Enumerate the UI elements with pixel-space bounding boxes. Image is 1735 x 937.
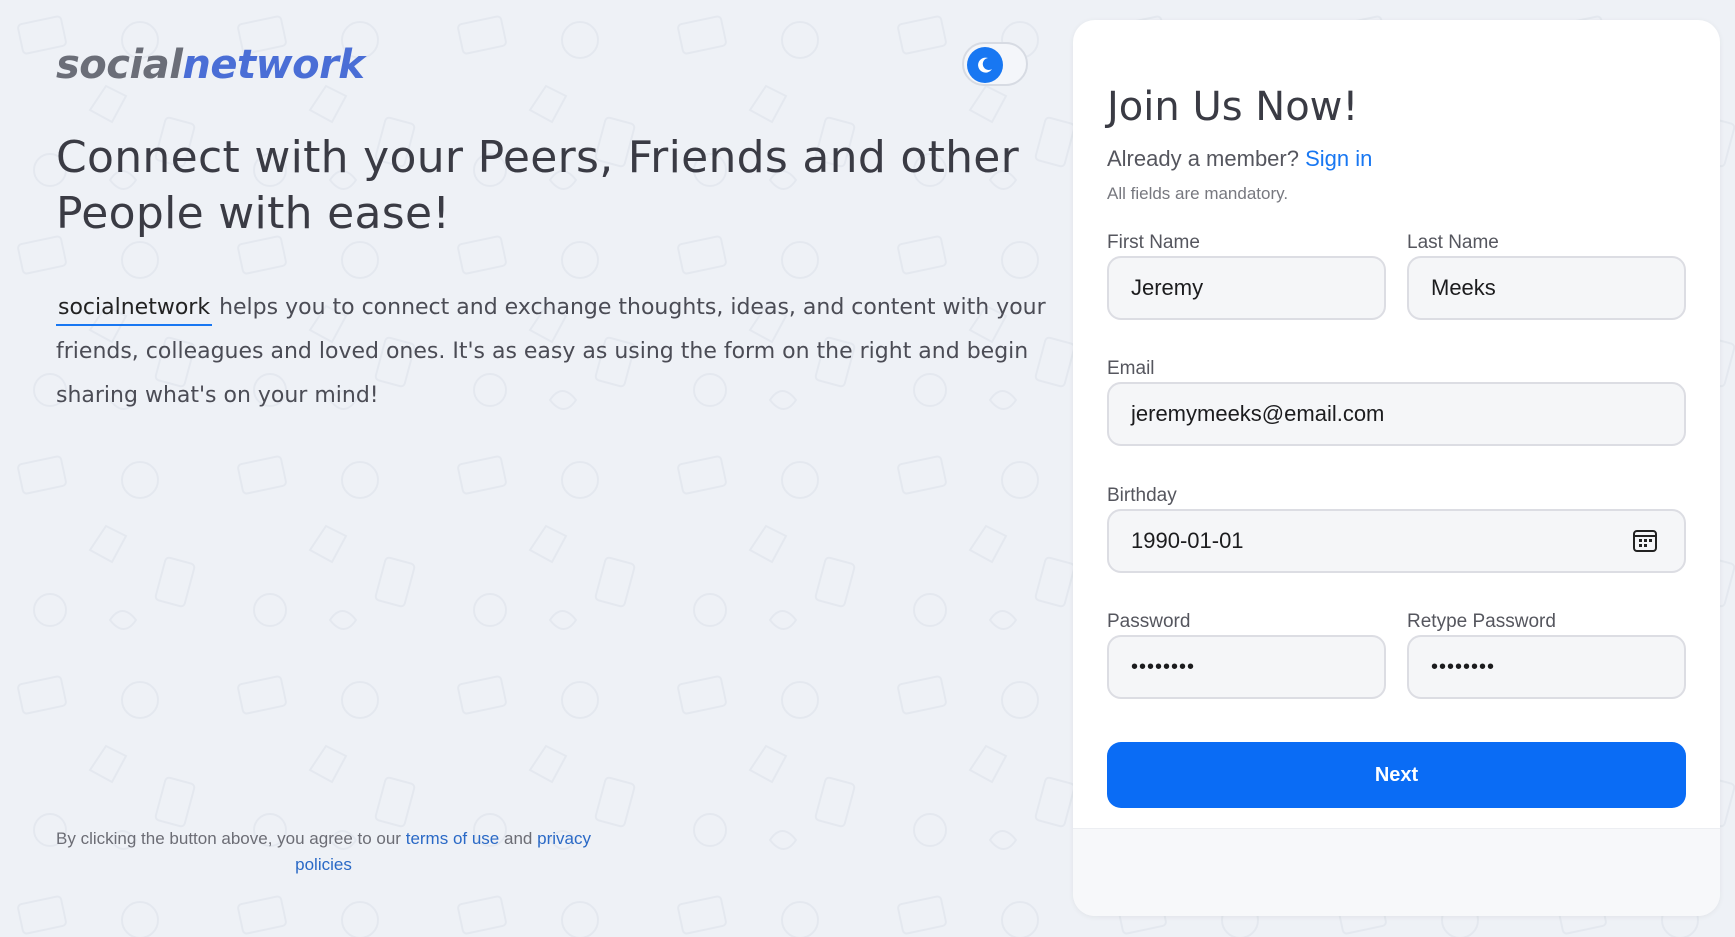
password-value: ••••••••	[1131, 655, 1196, 678]
member-prompt-text: Already a member?	[1107, 146, 1299, 171]
birthday-field[interactable]: 1990-01-01	[1107, 509, 1686, 573]
password-label: Password	[1107, 611, 1191, 632]
retype-password-label: Retype Password	[1407, 611, 1556, 632]
moon-icon	[978, 57, 992, 73]
retype-password-field[interactable]: ••••••••	[1407, 635, 1686, 699]
first-name-label: First Name	[1107, 232, 1200, 253]
last-name-label: Last Name	[1407, 232, 1499, 253]
card-footer	[1073, 828, 1720, 916]
first-name-field[interactable]: Jeremy	[1107, 256, 1386, 320]
sign-in-link[interactable]: Sign in	[1305, 146, 1372, 171]
password-field[interactable]: ••••••••	[1107, 635, 1386, 699]
mandatory-note: All fields are mandatory.	[1107, 184, 1289, 203]
theme-toggle[interactable]	[962, 42, 1028, 86]
member-prompt: Already a member? Sign in	[1107, 146, 1372, 172]
birthday-label: Birthday	[1107, 485, 1177, 506]
first-name-value: Jeremy	[1131, 275, 1204, 300]
calendar-icon[interactable]	[1632, 528, 1658, 554]
terms-of-use-link[interactable]: terms of use	[406, 829, 500, 848]
email-value: jeremymeeks@email.com	[1131, 401, 1385, 426]
hero-description: socialnetwork helps you to connect and e…	[56, 286, 1046, 418]
signup-card: Join Us Now! Already a member? Sign in A…	[1073, 20, 1720, 916]
terms-and: and	[504, 829, 533, 848]
email-field[interactable]: jeremymeeks@email.com	[1107, 382, 1686, 446]
logo-part-network: network	[182, 42, 365, 88]
form-title: Join Us Now!	[1107, 84, 1359, 130]
next-button[interactable]: Next	[1107, 742, 1686, 808]
theme-toggle-knob	[967, 47, 1003, 83]
hero-headline: Connect with your Peers, Friends and oth…	[56, 132, 1020, 239]
logo-part-social: social	[56, 42, 183, 88]
birthday-value: 1990-01-01	[1131, 528, 1244, 553]
terms-prefix: By clicking the button above, you agree …	[56, 829, 401, 848]
logo[interactable]: socialnetwork	[56, 42, 365, 88]
terms-text: By clicking the button above, you agree …	[30, 826, 617, 878]
last-name-value: Meeks	[1431, 275, 1496, 300]
retype-password-value: ••••••••	[1431, 655, 1496, 678]
brand-name: socialnetwork	[56, 295, 213, 326]
email-label: Email	[1107, 358, 1155, 379]
last-name-field[interactable]: Meeks	[1407, 256, 1686, 320]
